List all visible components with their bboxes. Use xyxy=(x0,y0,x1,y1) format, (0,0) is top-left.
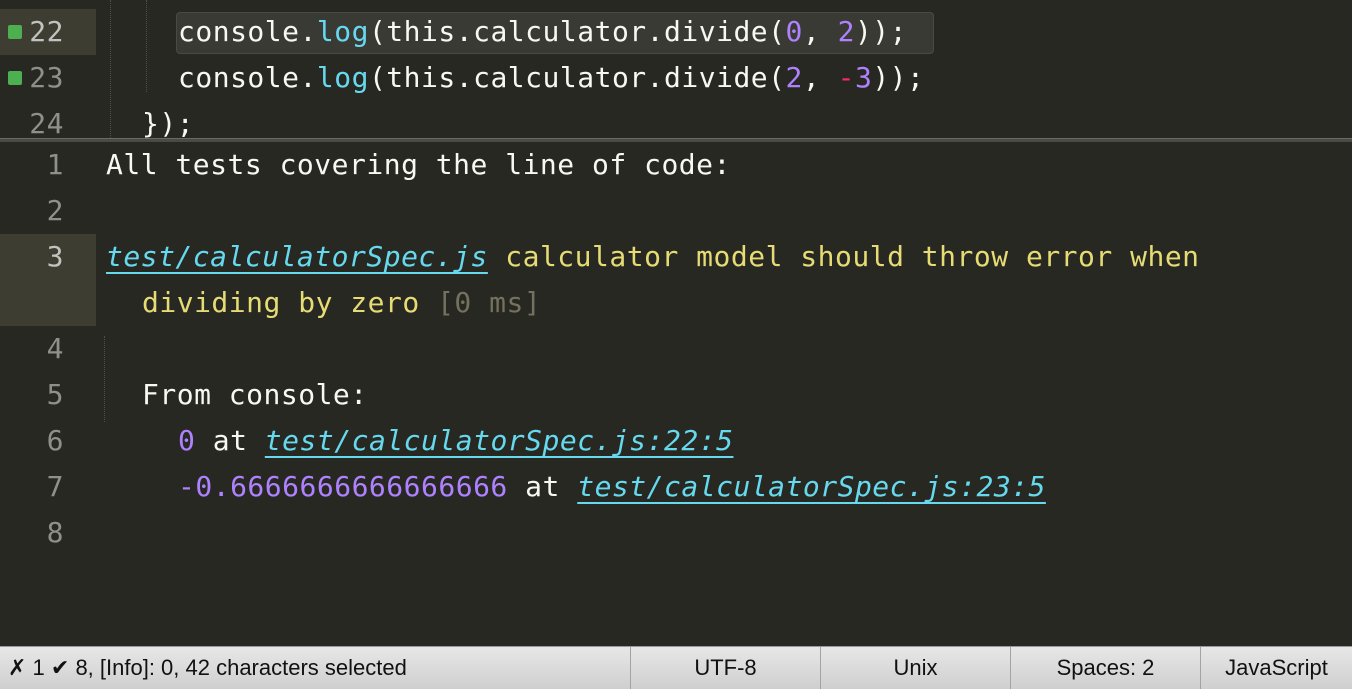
code-line[interactable]: 24 }); xyxy=(0,101,1352,138)
editor-results-pane[interactable]: 1 All tests covering the line of code: 2… xyxy=(0,142,1352,646)
code-content: }); xyxy=(142,101,194,138)
code-token: 2 xyxy=(785,61,803,94)
line-number-text: 24 xyxy=(29,107,64,138)
code-token: All tests covering the line of code: xyxy=(106,148,731,181)
code-token: , xyxy=(802,15,838,48)
code-line[interactable]: 2 xyxy=(0,188,1352,234)
code-line[interactable]: 1 All tests covering the line of code: xyxy=(0,142,1352,188)
line-number-text: 23 xyxy=(29,61,64,94)
code-content: console.log(this.calculator.divide(2, -3… xyxy=(178,55,924,101)
code-content: console.log(this.calculator.divide(0, 2)… xyxy=(178,9,907,55)
code-token: )); xyxy=(854,15,908,48)
line-number: 23 xyxy=(0,55,96,101)
status-bar: ✗ 1 ✔ 8, [Info]: 0, 42 characters select… xyxy=(0,646,1352,689)
code-token: 0 xyxy=(178,424,196,457)
code-line[interactable]: 3 test/calculatorSpec.js calculator mode… xyxy=(0,234,1352,326)
code-token: at xyxy=(195,424,265,457)
line-number: 24 xyxy=(0,101,96,138)
code-line[interactable]: 22 console.log(this.calculator.divide(0,… xyxy=(0,9,1352,55)
code-token: console. xyxy=(178,61,317,94)
code-line[interactable]: 4 xyxy=(0,326,1352,372)
line-number-text: 22 xyxy=(29,15,64,48)
code-token: at xyxy=(507,470,578,503)
coverage-marker-icon xyxy=(8,71,22,85)
status-message: ✗ 1 ✔ 8, [Info]: 0, 42 characters select… xyxy=(8,655,407,680)
code-line[interactable]: 6 0 at test/calculatorSpec.js:22:5 xyxy=(0,418,1352,464)
encoding-selector[interactable]: UTF-8 xyxy=(631,647,820,689)
line-number: 22 xyxy=(0,9,96,55)
code-content: dividing by zero [0 ms] xyxy=(142,280,541,326)
coverage-marker-icon xyxy=(8,25,22,39)
code-content: -0.6666666666666666 at test/calculatorSp… xyxy=(178,464,1046,510)
code-line[interactable]: 8 xyxy=(0,510,1352,556)
code-token: 2 xyxy=(837,15,855,48)
line-endings-selector[interactable]: Unix xyxy=(821,647,1010,689)
line-number: 2 xyxy=(46,194,64,227)
code-line[interactable]: 7 -0.6666666666666666 at test/calculator… xyxy=(0,464,1352,510)
code-token: -0.6666666666666666 xyxy=(178,470,508,503)
code-token: 3 xyxy=(854,61,873,94)
code-content: All tests covering the line of code: xyxy=(106,142,731,188)
code-token: [0 ms] xyxy=(419,286,542,319)
indentation-selector[interactable]: Spaces: 2 xyxy=(1011,647,1200,689)
code-content: 0 at test/calculatorSpec.js:22:5 xyxy=(178,418,733,464)
code-line[interactable]: 5 From console: xyxy=(0,372,1352,418)
line-number: 7 xyxy=(46,470,64,503)
file-link[interactable]: test/calculatorSpec.js xyxy=(106,240,488,273)
editor-source-pane[interactable]: 22 console.log(this.calculator.divide(0,… xyxy=(0,0,1352,138)
code-content: From console: xyxy=(142,372,368,418)
code-token: )); xyxy=(872,61,925,94)
code-line-wrapped[interactable]: dividing by zero [0 ms] xyxy=(0,280,1352,326)
code-token: , xyxy=(802,61,838,94)
code-token: - xyxy=(837,61,855,94)
syntax-selector[interactable]: JavaScript xyxy=(1201,647,1352,689)
line-number: 8 xyxy=(46,516,64,549)
code-token: log xyxy=(316,61,369,94)
code-token: log xyxy=(316,15,369,48)
file-link[interactable]: test/calculatorSpec.js:23:5 xyxy=(577,470,1046,503)
line-number: 6 xyxy=(46,424,64,457)
code-line[interactable]: 23 console.log(this.calculator.divide(2,… xyxy=(0,55,1352,101)
code-token: console. xyxy=(178,15,317,48)
line-number: 4 xyxy=(46,332,64,365)
code-token: (this.calculator.divide( xyxy=(368,15,786,48)
line-number: 1 xyxy=(46,148,64,181)
code-token: dividing by zero xyxy=(142,286,420,319)
code-token: }); xyxy=(142,107,195,138)
code-token: From console: xyxy=(142,378,368,411)
code-token: calculator model should throw error when xyxy=(487,240,1200,273)
line-number: 5 xyxy=(46,378,64,411)
file-link[interactable]: test/calculatorSpec.js:22:5 xyxy=(265,424,734,457)
code-token: 0 xyxy=(785,15,803,48)
code-content: test/calculatorSpec.js calculator model … xyxy=(106,234,1200,280)
code-token: (this.calculator.divide( xyxy=(368,61,786,94)
